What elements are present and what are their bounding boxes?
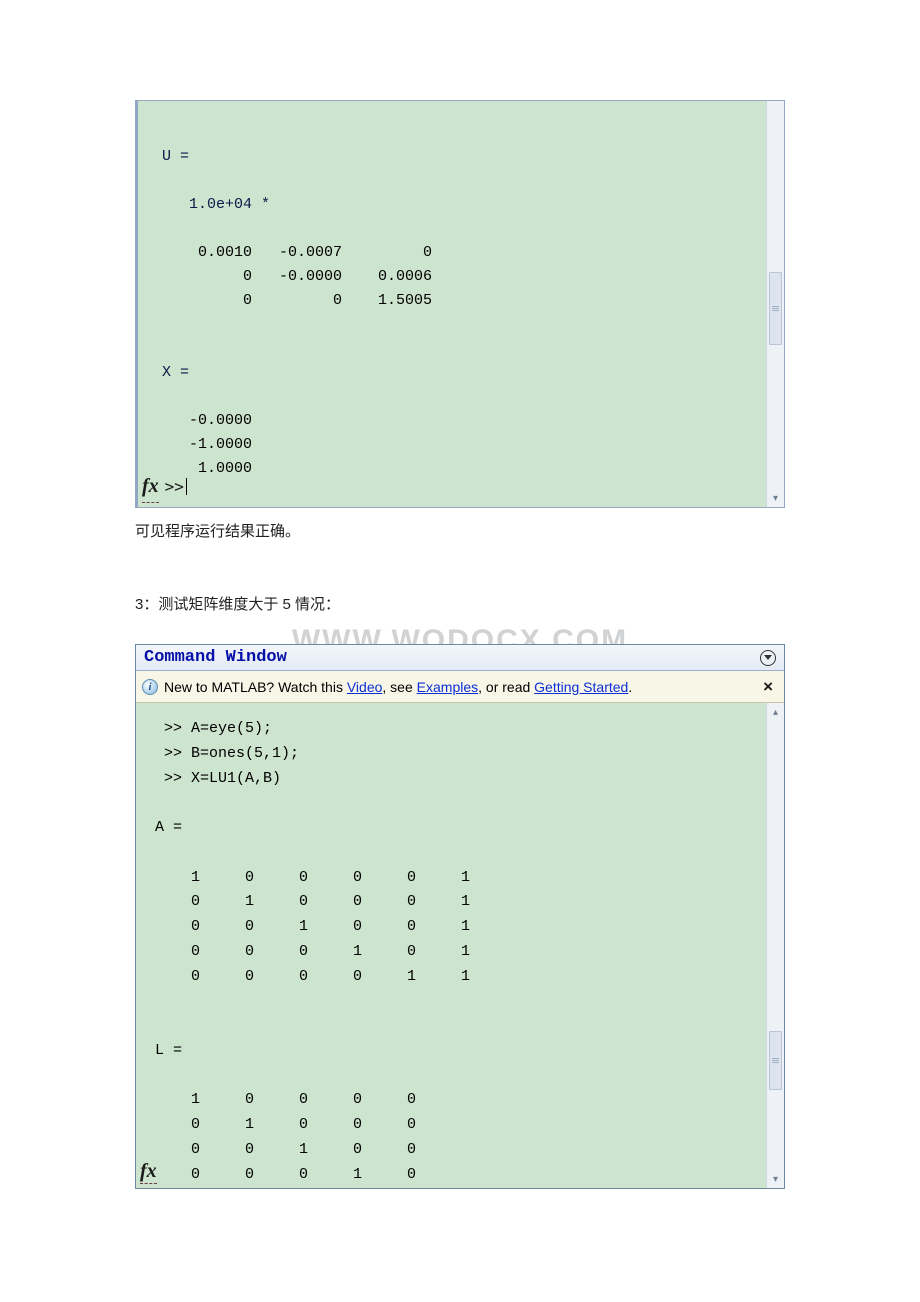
prompt-symbol: >> (165, 474, 184, 500)
a-row-1: 0 1 0 0 0 1 (146, 893, 470, 910)
var-x-label: X = (162, 364, 189, 381)
section-heading: 3：测试矩阵维度大于 5 情况： (135, 593, 785, 614)
a-row-3: 0 0 0 1 0 1 (146, 943, 470, 960)
scale-factor: 1.0e+04 * (189, 196, 270, 213)
command-window-body: >> A=eye(5); >> B=ones(5,1); >> X=LU1(A,… (136, 703, 784, 1188)
u-row-2: 0 0 1.5005 (162, 292, 432, 309)
command-window-titlebar: Command Window (136, 645, 784, 671)
u-row-0: 0.0010 -0.0007 0 (162, 244, 432, 261)
scrollbar-2[interactable]: ▴ ▾ (766, 703, 784, 1188)
info-text-mid1: , see (382, 679, 416, 695)
text-cursor[interactable] (186, 478, 187, 495)
scroll-track[interactable] (767, 721, 784, 1031)
scroll-track[interactable] (767, 101, 784, 272)
scroll-up-icon[interactable]: ▴ (767, 703, 784, 721)
caption-text: 可见程序运行结果正确。 (135, 520, 785, 541)
var-u-label: U = (162, 148, 189, 165)
fx-icon[interactable]: fx (140, 1160, 157, 1184)
info-text-pre: New to MATLAB? Watch this (164, 679, 347, 695)
scroll-down-icon[interactable]: ▾ (767, 1170, 784, 1188)
command-output[interactable]: >> A=eye(5); >> B=ones(5,1); >> X=LU1(A,… (136, 703, 766, 1188)
cmd-line-1: >> A=eye(5); (164, 720, 272, 737)
dropdown-menu-icon[interactable] (760, 650, 776, 666)
examples-link[interactable]: Examples (417, 679, 478, 695)
l-row-3: 0 0 0 1 0 (146, 1166, 416, 1183)
command-window-title: Command Window (144, 648, 287, 667)
page: U = 1.0e+04 * 0.0010 -0.0007 0 0 -0.0000… (0, 0, 920, 1249)
info-text-mid2: , or read (478, 679, 534, 695)
a-row-0: 1 0 0 0 0 1 (146, 869, 470, 886)
l-row-0: 1 0 0 0 0 (146, 1091, 416, 1108)
prompt-row: fx >> (142, 470, 187, 503)
var-a-label: A = (155, 819, 182, 836)
a-row-2: 0 0 1 0 0 1 (146, 918, 470, 935)
a-row-4: 0 0 0 0 1 1 (146, 968, 470, 985)
info-text-end: . (628, 679, 632, 695)
cmd-line-3: >> X=LU1(A,B) (164, 770, 281, 787)
command-window-panel: Command Window New to MATLAB? Watch this… (135, 644, 785, 1189)
scroll-thumb[interactable] (769, 1031, 782, 1089)
output-area-1: U = 1.0e+04 * 0.0010 -0.0007 0 0 -0.0000… (138, 101, 766, 507)
scroll-thumb[interactable] (769, 272, 782, 345)
output-panel-1: U = 1.0e+04 * 0.0010 -0.0007 0 0 -0.0000… (135, 100, 785, 508)
scrollbar-1[interactable]: ▾ (766, 101, 784, 507)
info-icon (142, 679, 158, 695)
scroll-track[interactable] (767, 345, 784, 489)
scroll-track[interactable] (767, 1090, 784, 1170)
info-bar: New to MATLAB? Watch this Video, see Exa… (136, 671, 784, 703)
u-row-1: 0 -0.0000 0.0006 (162, 268, 432, 285)
l-row-2: 0 0 1 0 0 (146, 1141, 416, 1158)
x-row-1: -1.0000 (162, 436, 252, 453)
x-row-0: -0.0000 (162, 412, 252, 429)
var-l-label: L = (155, 1042, 182, 1059)
video-link[interactable]: Video (347, 679, 383, 695)
getting-started-link[interactable]: Getting Started (534, 679, 628, 695)
cmd-line-2: >> B=ones(5,1); (164, 745, 299, 762)
close-icon[interactable]: × (760, 677, 776, 697)
l-row-1: 0 1 0 0 0 (146, 1116, 416, 1133)
info-text: New to MATLAB? Watch this Video, see Exa… (164, 679, 632, 695)
scroll-down-icon[interactable]: ▾ (767, 489, 784, 507)
fx-icon[interactable]: fx (142, 470, 159, 503)
